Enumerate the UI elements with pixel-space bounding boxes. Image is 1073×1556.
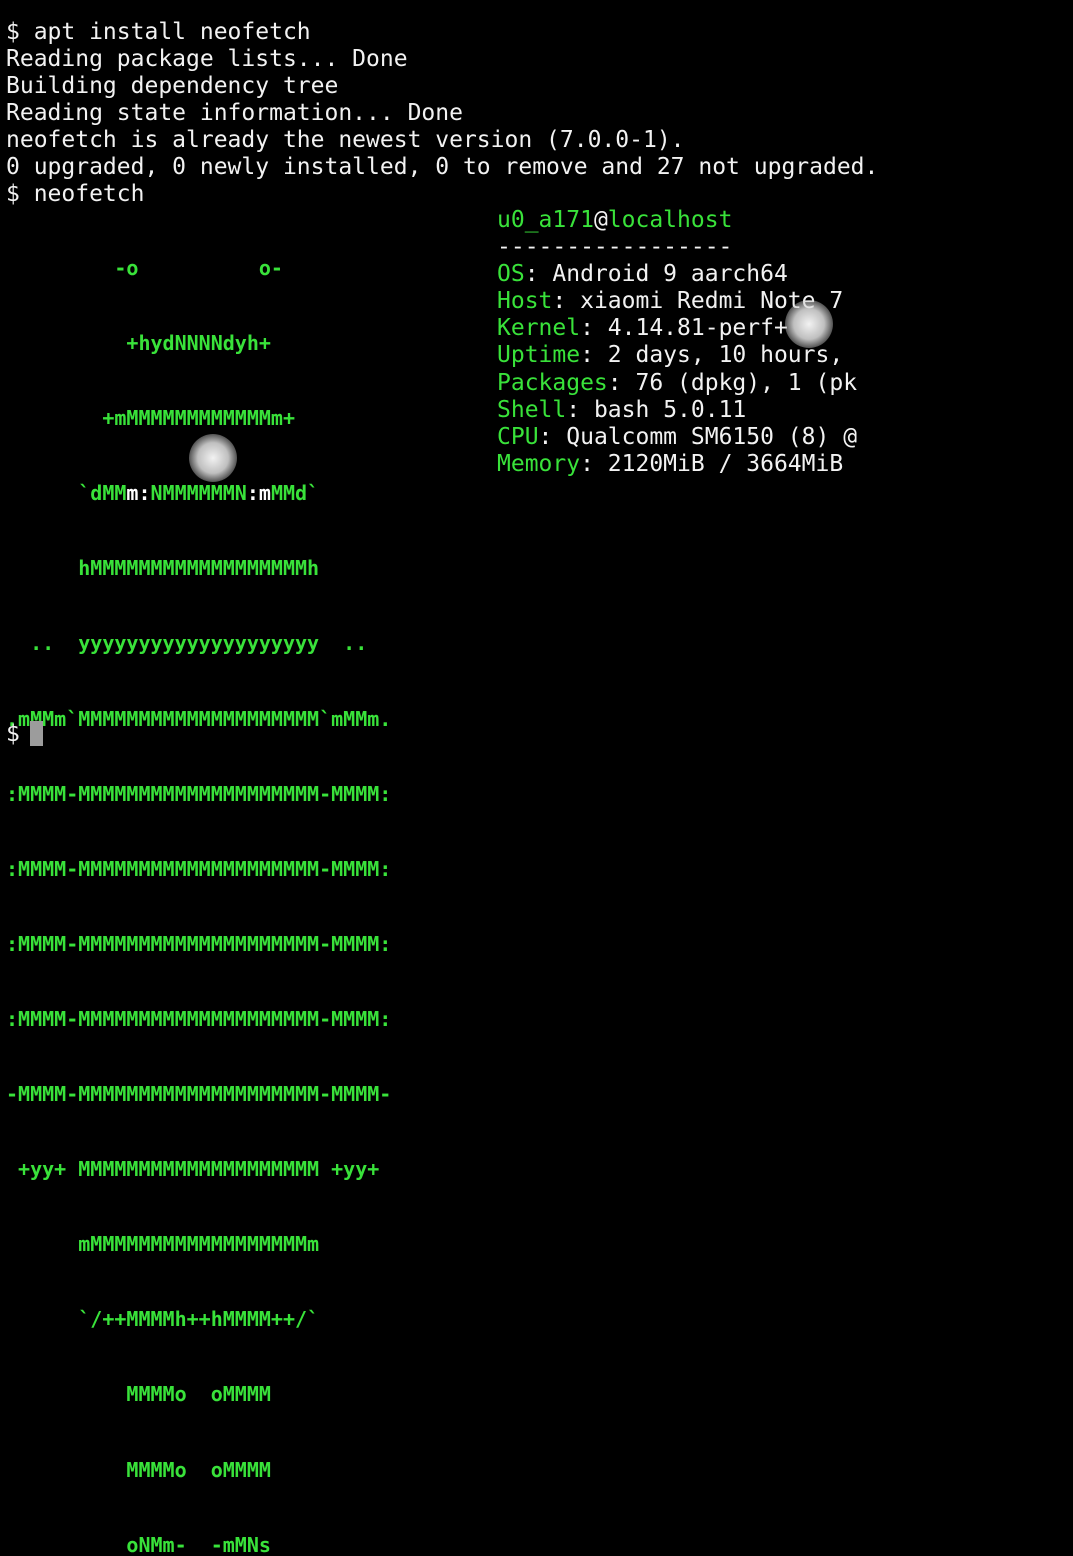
logo-row: .. yyyyyyyyyyyyyyyyyyyy .. bbox=[6, 631, 368, 656]
logo-row: :MMMM-MMMMMMMMMMMMMMMMMMMM-MMMM: bbox=[6, 931, 392, 956]
command-prompt[interactable]: $ bbox=[6, 721, 43, 748]
logo-eye-left: m: bbox=[126, 481, 151, 506]
info-colon: : bbox=[580, 315, 608, 342]
at-sign: @ bbox=[593, 207, 608, 233]
terminal-line-output: Reading state information... Done bbox=[6, 100, 463, 126]
info-colon: : bbox=[552, 288, 581, 315]
logo-row: :MMMM-MMMMMMMMMMMMMMMMMMMM-MMMM: bbox=[6, 856, 392, 881]
terminal-line-command-apt: $ apt install neofetch bbox=[6, 19, 311, 45]
prompt-symbol: $ bbox=[6, 721, 20, 747]
terminal-line-command-neofetch: $ neofetch bbox=[6, 181, 145, 207]
logo-row: -o o- bbox=[6, 256, 283, 280]
hostname: localhost bbox=[607, 207, 733, 233]
info-key: CPU bbox=[497, 423, 539, 450]
info-value: 4.14.81-perf+ bbox=[607, 315, 788, 342]
touch-indicator-icon bbox=[189, 434, 237, 482]
logo-eyes-suffix: MMd` bbox=[270, 481, 320, 506]
info-value: 76 (dpkg), 1 (pk bbox=[635, 369, 858, 396]
logo-row: :MMMM-MMMMMMMMMMMMMMMMMMMM-MMMM: bbox=[6, 781, 392, 806]
info-value: Qualcomm SM6150 (8) @ bbox=[566, 423, 858, 450]
info-colon: : bbox=[580, 450, 608, 477]
info-row-uptime: Uptime: 2 days, 10 hours, bbox=[497, 342, 1057, 369]
info-value: bash 5.0.11 bbox=[593, 396, 747, 423]
info-key: Host bbox=[497, 288, 553, 315]
info-row-kernel: Kernel: 4.14.81-perf+ bbox=[497, 315, 1057, 342]
terminal-line-output: Building dependency tree bbox=[6, 73, 339, 99]
logo-row: mMMMMMMMMMMMMMMMMMMm bbox=[6, 1232, 320, 1257]
logo-row: +mMMMMMMMMMMMMm+ bbox=[6, 406, 295, 431]
logo-row: :MMMM-MMMMMMMMMMMMMMMMMMMM-MMMM: bbox=[6, 1006, 392, 1031]
info-value: Android 9 aarch64 bbox=[552, 261, 788, 288]
terminal-screen[interactable]: $ apt install neofetch Reading package l… bbox=[0, 0, 1073, 1556]
system-info-panel: u0_a171@localhost ----------------- OS: … bbox=[497, 207, 1057, 478]
user-host-title: u0_a171@localhost bbox=[497, 207, 1057, 234]
info-row-cpu: CPU: Qualcomm SM6150 (8) @ bbox=[497, 424, 1057, 451]
username: u0_a171 bbox=[497, 207, 594, 233]
info-colon: : bbox=[538, 423, 567, 450]
info-value: 2120MiB / 3664MiB bbox=[607, 450, 844, 477]
info-colon: : bbox=[580, 342, 608, 369]
info-key: Uptime bbox=[497, 342, 581, 369]
info-row-memory: Memory: 2120MiB / 3664MiB bbox=[497, 451, 1057, 478]
logo-eyes-middle: NMMMMMMN bbox=[150, 481, 247, 506]
android-ascii-logo: -o o- +hydNNNNdyh+ +mMMMMMMMMMMMMm+ `dMM… bbox=[6, 207, 466, 1556]
logo-eyes-prefix: `dMM bbox=[6, 481, 127, 506]
logo-eye-right: :m bbox=[246, 481, 271, 506]
logo-row-eyes: `dMMm:NMMMMMMN:mMMd` bbox=[6, 480, 466, 507]
text-cursor bbox=[29, 721, 43, 746]
logo-row: .mMMm`MMMMMMMMMMMMMMMMMMMM`mMMm. bbox=[6, 706, 392, 731]
logo-row: `/++MMMMh++hMMMM++/` bbox=[6, 1307, 320, 1332]
info-colon: : bbox=[524, 261, 553, 288]
info-row-shell: Shell: bash 5.0.11 bbox=[497, 397, 1057, 424]
info-separator: ----------------- bbox=[497, 234, 733, 261]
info-colon: : bbox=[566, 396, 594, 423]
info-row-os: OS: Android 9 aarch64 bbox=[497, 261, 1057, 288]
logo-row: +yy+ MMMMMMMMMMMMMMMMMMMM +yy+ bbox=[6, 1157, 380, 1182]
info-key: OS bbox=[497, 261, 525, 288]
info-row-host: Host: xiaomi Redmi Note 7 bbox=[497, 288, 1057, 315]
info-key: Shell bbox=[497, 396, 567, 423]
logo-row: -MMMM-MMMMMMMMMMMMMMMMMMMM-MMMM- bbox=[6, 1082, 392, 1107]
info-key: Memory bbox=[497, 450, 581, 477]
info-key: Packages bbox=[497, 369, 608, 396]
logo-row: oNMm- -mMNs bbox=[6, 1532, 271, 1556]
info-key: Kernel bbox=[497, 315, 581, 342]
terminal-line-output: neofetch is already the newest version (… bbox=[6, 127, 685, 153]
logo-row: MMMMo oMMMM bbox=[6, 1382, 271, 1407]
touch-indicator-icon bbox=[785, 300, 833, 348]
logo-row: +hydNNNNdyh+ bbox=[6, 331, 271, 356]
terminal-line-output: Reading package lists... Done bbox=[6, 46, 408, 72]
logo-row: hMMMMMMMMMMMMMMMMMMh bbox=[6, 556, 320, 581]
logo-row: MMMMo oMMMM bbox=[6, 1457, 271, 1482]
info-colon: : bbox=[607, 369, 636, 396]
info-row-packages: Packages: 76 (dpkg), 1 (pk bbox=[497, 370, 1057, 397]
terminal-line-output: 0 upgraded, 0 newly installed, 0 to remo… bbox=[6, 154, 879, 180]
